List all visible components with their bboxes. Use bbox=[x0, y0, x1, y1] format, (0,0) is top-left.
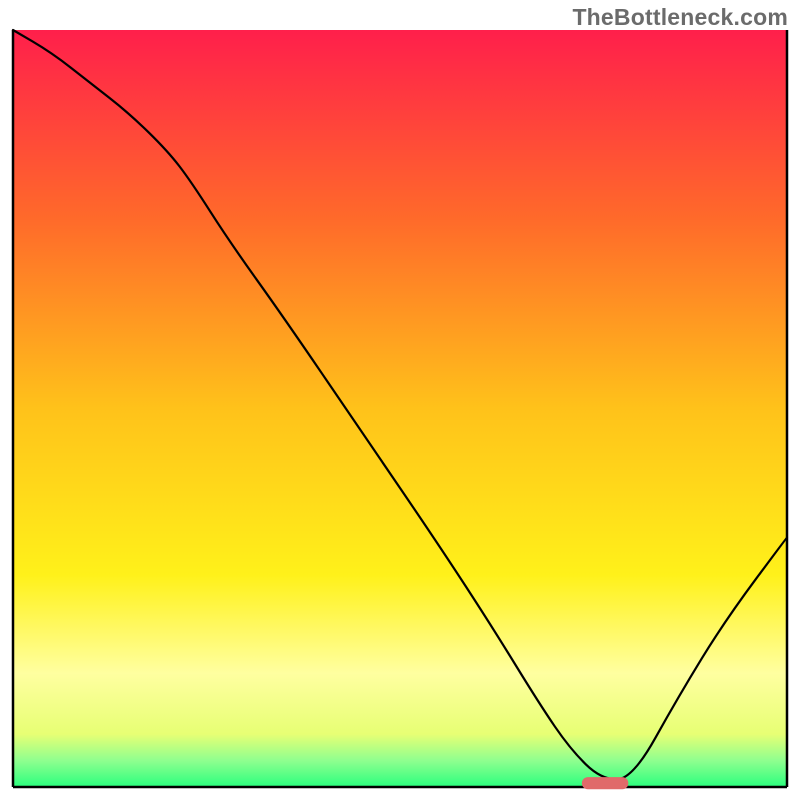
chart-container: TheBottleneck.com bbox=[0, 0, 800, 800]
optimal-region-marker bbox=[582, 777, 628, 789]
watermark-label: TheBottleneck.com bbox=[572, 4, 788, 31]
bottleneck-chart bbox=[0, 0, 800, 800]
gradient-background bbox=[13, 30, 787, 787]
